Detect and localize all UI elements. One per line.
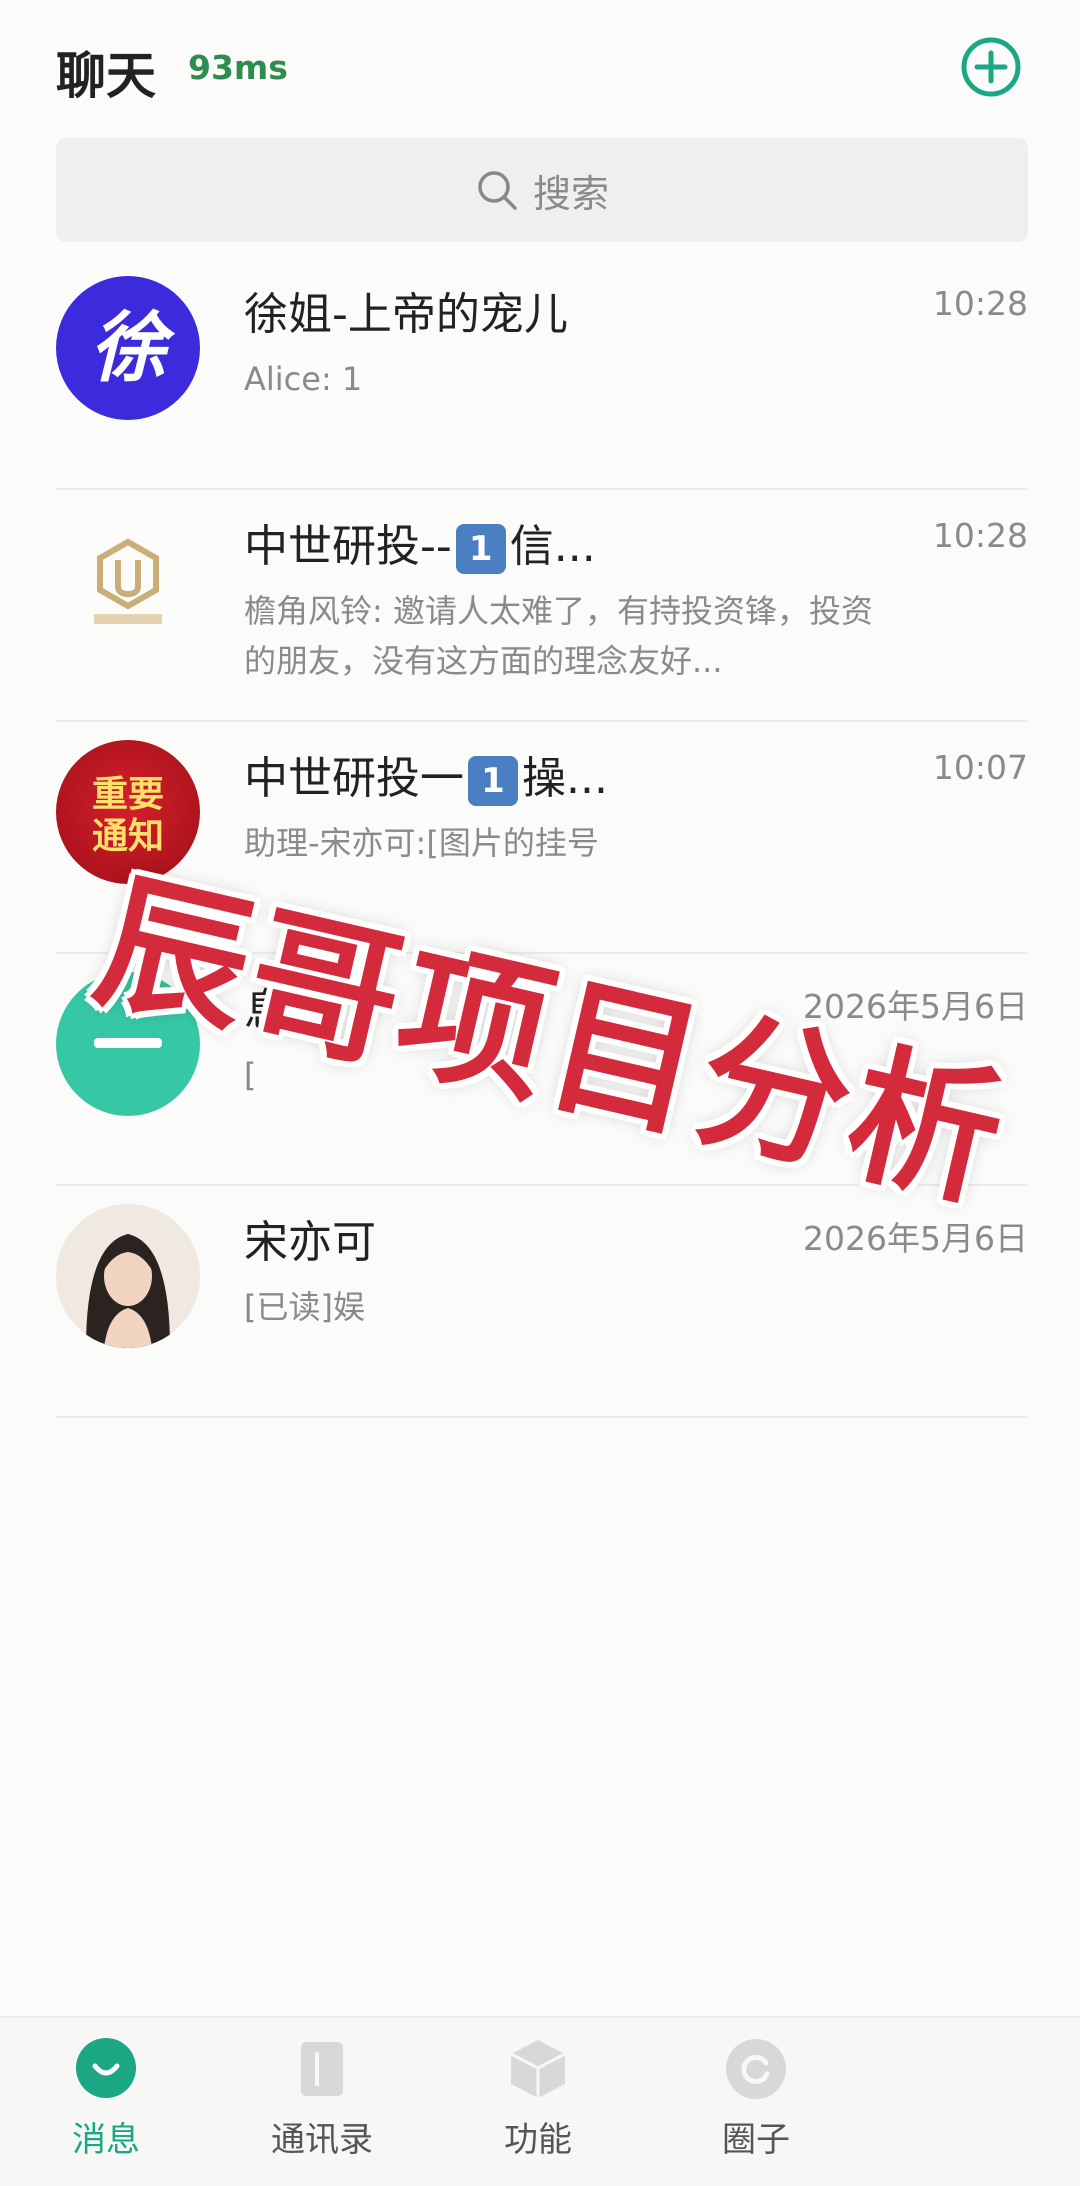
chat-preview: Alice: 1 <box>244 360 363 398</box>
chat-preview: [已读]娱 <box>244 1288 365 1326</box>
header: 聊天 93ms <box>0 0 1080 130</box>
tab-label: 圈子 <box>722 2120 790 2160</box>
chat-title: 中世研投-- 1 信... <box>244 510 596 574</box>
bottom-tab-bar: 消息 通讯录 功能 圈子 <box>0 2016 1080 2186</box>
tab-messages[interactable]: 消息 <box>16 2036 196 2161</box>
chat-title-prefix: 中世研投一 <box>244 753 464 804</box>
page-title: 聊天 <box>56 47 156 105</box>
logo-icon <box>94 538 162 624</box>
chat-time: 10:28 <box>932 284 1028 323</box>
tab-functions[interactable]: 功能 <box>448 2036 628 2161</box>
cube-icon <box>510 2040 566 2098</box>
avatar <box>56 1204 200 1348</box>
chat-time: 10:07 <box>932 748 1028 787</box>
chat-preview: 助理-宋亦可:[图片的挂号 <box>244 824 599 862</box>
tab-label: 消息 <box>72 2120 140 2160</box>
chat-row[interactable]: 中世研投-- 1 信... 10:28 檐角风铃: 邀请人太难了，有持投资锋，投资的… <box>0 490 1080 722</box>
avatar: 徐 <box>56 276 200 420</box>
chat-title-suffix: 操... <box>522 753 608 804</box>
tab-label: 功能 <box>504 2120 572 2160</box>
search-icon <box>478 171 517 210</box>
tab-circle[interactable]: 圈子 <box>666 2036 846 2161</box>
chat-time: 10:28 <box>932 516 1028 555</box>
avatar <box>56 508 200 652</box>
divider <box>56 1416 1028 1418</box>
tab-contacts[interactable]: 通讯录 <box>232 2036 412 2161</box>
chat-row[interactable]: 徐 徐姐-上帝的宠儿 10:28 Alice: 1 <box>0 258 1080 490</box>
avatar-text-line: 重要 <box>91 774 164 815</box>
chat-title: 徐姐-上帝的宠儿 <box>244 289 568 340</box>
chat-title: 宋亦可 <box>244 1217 376 1268</box>
search-bar[interactable]: 搜索 <box>56 138 1028 242</box>
circle-refresh-icon <box>726 2039 786 2099</box>
chat-title-prefix: 中世研投-- <box>244 521 452 572</box>
contacts-book-icon <box>301 2042 343 2096</box>
tab-label: 通讯录 <box>271 2120 373 2160</box>
add-icon[interactable] <box>960 36 1022 98</box>
search-label: 搜索 <box>532 171 609 216</box>
unread-badge: 1 <box>468 756 518 806</box>
chat-title: 中世研投一 1 操... <box>244 742 608 806</box>
message-bubble-icon <box>76 2038 136 2098</box>
latency-indicator: 93ms <box>188 48 288 87</box>
chat-preview: 檐角风铃: 邀请人太难了，有持投资锋，投资的朋友，没有这方面的理念友好... <box>244 592 873 680</box>
profile-photo-icon <box>56 1204 200 1348</box>
avatar-letter: 徐 <box>90 303 166 392</box>
chat-title-suffix: 信... <box>509 521 596 572</box>
unread-badge: 1 <box>455 524 506 574</box>
